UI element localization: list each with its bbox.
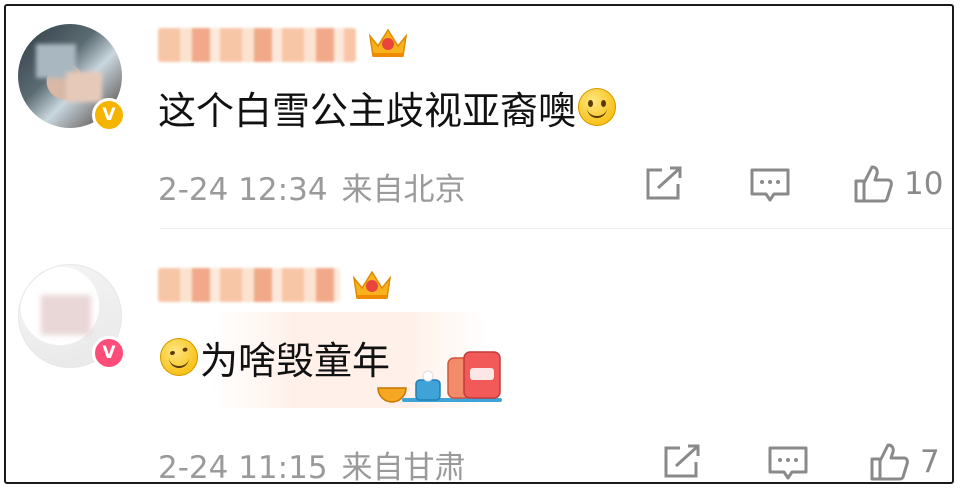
like-count: 10: [904, 166, 944, 202]
username-blurred[interactable]: [158, 268, 340, 302]
verified-badge: V: [92, 336, 126, 370]
share-icon: [646, 166, 682, 200]
breakfast-sticker-icon: [377, 351, 502, 403]
comment-item: V 这个白雪公主歧视亚裔噢 2-24 12:34 来自北京 10: [6, 6, 952, 228]
reply-button[interactable]: [748, 162, 792, 206]
username-blurred[interactable]: [158, 28, 356, 62]
comment-time: 2-24 12:34: [158, 172, 328, 208]
share-button[interactable]: [642, 162, 686, 206]
comment-list: V 这个白雪公主歧视亚裔噢 2-24 12:34 来自北京 10 V 为啥毁童年…: [4, 4, 954, 487]
crown-badge-icon: [352, 270, 392, 299]
comment-location: 来自甘肃: [341, 450, 466, 486]
like-count: 7: [920, 444, 940, 480]
pained-smile-emoji-icon: [160, 338, 198, 376]
reply-button[interactable]: [766, 440, 810, 484]
smile-emoji-icon: [578, 88, 617, 126]
share-icon: [664, 444, 700, 478]
comment-text-content: 为啥毁童年: [200, 338, 391, 383]
comment-meta: 2-24 12:34 来自北京: [158, 164, 466, 209]
comment-text: 为啥毁童年: [158, 334, 390, 383]
comment-icon: [768, 446, 808, 480]
comment-text: 这个白雪公主歧视亚裔噢: [158, 84, 618, 133]
share-button[interactable]: [660, 440, 704, 484]
comment-location: 来自北京: [341, 172, 466, 208]
comment-meta: 2-24 11:15 来自甘肃: [158, 442, 466, 487]
divider: [160, 228, 952, 229]
thumbs-up-icon: [870, 443, 909, 481]
comment-time: 2-24 11:15: [158, 450, 328, 486]
comment-icon: [750, 168, 790, 202]
like-button[interactable]: 10: [852, 162, 943, 206]
verified-badge: V: [92, 98, 126, 132]
thumbs-up-icon: [854, 165, 893, 203]
comment-text-content: 这个白雪公主歧视亚裔噢: [158, 88, 577, 133]
like-button[interactable]: 7: [868, 440, 940, 484]
crown-badge-icon: [368, 28, 408, 57]
comment-item: V 为啥毁童年 2-24 11:15 来自甘肃 7: [6, 252, 952, 487]
